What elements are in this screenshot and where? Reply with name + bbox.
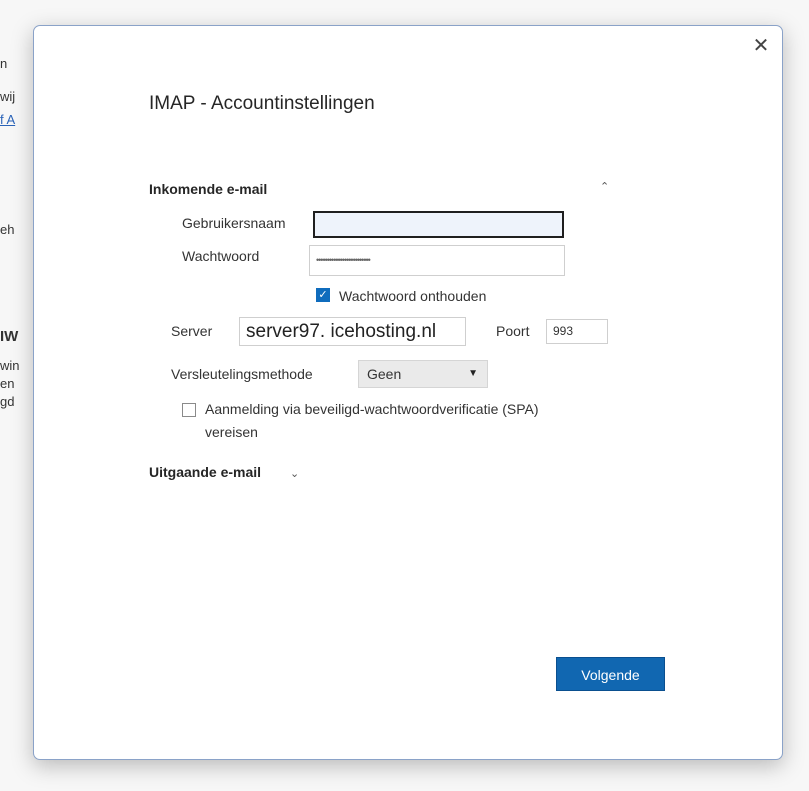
outgoing-section-title[interactable]: Uitgaande e-mail (149, 464, 261, 480)
chevron-up-icon[interactable]: ⌃ (600, 180, 609, 193)
spa-label: Aanmelding via beveiligd-wachtwoordverif… (205, 401, 539, 417)
port-input[interactable]: 993 (546, 319, 608, 344)
password-label: Wachtwoord (182, 248, 260, 264)
spa-checkbox[interactable] (182, 403, 196, 417)
spa-label-continued: vereisen (205, 424, 258, 440)
imap-settings-dialog: ✕ IMAP - Accountinstellingen Inkomende e… (33, 25, 783, 760)
port-label: Poort (496, 323, 530, 339)
chevron-down-icon[interactable]: ⌄ (290, 467, 299, 480)
server-label: Server (171, 323, 213, 339)
encryption-selected-value: Geen (367, 366, 402, 382)
encryption-select[interactable]: Geen ▼ (358, 360, 488, 388)
server-input[interactable]: server97. icehosting.nl (239, 317, 466, 346)
remember-password-checkbox[interactable]: ✓ (316, 288, 330, 302)
close-icon[interactable]: ✕ (749, 34, 773, 58)
username-label: Gebruikersnaam (182, 215, 286, 231)
username-input[interactable] (313, 211, 564, 238)
password-input[interactable]: ••••••••••••••••••••••••• (309, 245, 565, 276)
encryption-label: Versleutelingsmethode (171, 366, 313, 382)
remember-password-label: Wachtwoord onthouden (339, 288, 487, 304)
next-button[interactable]: Volgende (556, 657, 665, 691)
dropdown-arrow-icon: ▼ (468, 368, 478, 379)
dialog-title: IMAP - Accountinstellingen (149, 93, 375, 114)
incoming-section-title[interactable]: Inkomende e-mail (149, 181, 267, 197)
